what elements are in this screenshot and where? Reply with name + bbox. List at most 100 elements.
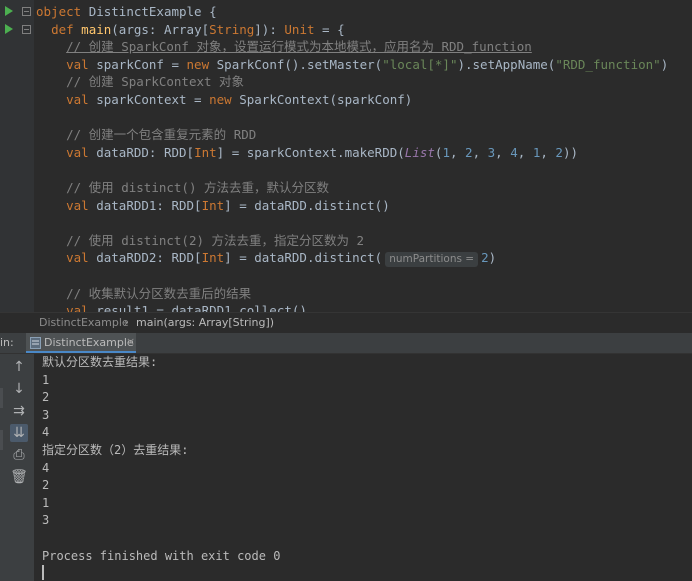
console-line: 默认分区数去重结果: (42, 355, 158, 369)
code-token: // 创建一个包含重复元素的 RDD (66, 127, 257, 143)
code-token: Unit (284, 21, 315, 37)
code-line: object DistinctExample { (36, 3, 217, 21)
edge-marker (0, 430, 3, 450)
console-output[interactable]: 默认分区数去重结果: 1 2 3 4 指定分区数（2）去重结果: 4 2 1 3 Process f… (34, 354, 692, 581)
code-line: // 使用 distinct() 方法去重，默认分区数 (36, 179, 329, 197)
print-icon[interactable]: ⎙ (10, 446, 28, 464)
console-line: 2 (42, 478, 50, 493)
scroll-to-end-icon[interactable]: ⇊ (10, 424, 28, 442)
console-line: 3 (42, 407, 50, 422)
run-tool-window-header: in: DistinctExample × (0, 333, 692, 354)
code-token: ).setAppName( (457, 56, 556, 72)
code-token: "local[*]" (382, 56, 458, 72)
code-token: (args: Array[ (111, 21, 210, 37)
trash-icon[interactable]: 🗑 (10, 468, 28, 486)
console-line: 2 (42, 390, 50, 405)
code-token: new (209, 92, 240, 107)
code-token: dataRDD1: RDD[ (96, 197, 202, 213)
code-token: new (186, 56, 217, 72)
code-token: , (449, 144, 466, 160)
console-line: 4 (42, 460, 50, 475)
code-token: DistinctExample { (88, 4, 217, 19)
breadcrumb-object[interactable]: DistinctExample (39, 316, 129, 329)
code-token: , (540, 144, 556, 160)
code-token: main (81, 21, 112, 37)
code-token: // 创建 SparkConf 对象，设置运行模式为本地模式，应用名为 RDD_… (66, 39, 532, 55)
code-token: val (66, 92, 97, 107)
run-tab-distinct-example[interactable]: DistinctExample × (26, 333, 136, 353)
run-tab-label: DistinctExample (44, 336, 134, 349)
code-line: val dataRDD: RDD[Int] = sparkContext.mak… (36, 144, 578, 162)
code-line: // 创建一个包含重复元素的 RDD (36, 126, 256, 144)
run-main-icon[interactable] (5, 24, 13, 34)
code-line: val dataRDD1: RDD[Int] = dataRDD.distinc… (36, 197, 390, 215)
code-line: val sparkContext = new SparkContext(spar… (36, 91, 412, 109)
code-token: 1 (442, 144, 450, 160)
code-token: // 使用 distinct() 方法去重，默认分区数 (66, 180, 329, 195)
code-token: dataRDD: RDD[ (96, 144, 195, 160)
code-line: // 收集默认分区数去重后的结果 (36, 285, 251, 303)
close-icon[interactable]: × (126, 335, 135, 348)
code-token: ) (488, 250, 497, 266)
editor-gutter (0, 0, 34, 312)
code-token: Int (201, 197, 225, 213)
console-line: 3 (42, 513, 50, 528)
fold-minus-icon[interactable] (22, 25, 31, 34)
code-token: SparkConf().setMaster( (216, 56, 383, 72)
arrow-down-icon[interactable]: ↓ (10, 380, 28, 398)
parameter-hint: numPartitions = (385, 252, 479, 268)
text-cursor (42, 565, 44, 580)
code-token: object (36, 4, 89, 19)
code-token: 2 (465, 144, 473, 160)
code-token: sparkContext = (96, 92, 210, 107)
fold-minus-icon[interactable] (22, 7, 31, 16)
code-token: = { (314, 21, 345, 37)
code-token: "RDD_function" (555, 56, 661, 72)
code-token: val (66, 56, 97, 72)
code-token: val (66, 303, 97, 312)
code-token: 2 (555, 144, 563, 160)
code-token: ) (660, 56, 669, 72)
code-token: val (66, 197, 97, 213)
console-line: Process finished with exit code 0 (42, 548, 281, 563)
code-token: Int (201, 250, 225, 266)
code-token: ] = dataRDD.distinct( (224, 250, 383, 266)
code-token: val (66, 144, 97, 160)
console-line: 1 (42, 372, 50, 387)
code-token: // 创建 SparkContext 对象 (66, 74, 245, 90)
code-token: // 使用 distinct(2) 方法去重，指定分区数为 2 (66, 232, 365, 248)
run-label: in: (0, 336, 14, 349)
breadcrumb: DistinctExample › main(args: Array[Strin… (0, 312, 692, 333)
breadcrumb-method[interactable]: main(args: Array[String]) (136, 316, 274, 329)
code-token: result1 = dataRDD1.collect() (96, 303, 307, 312)
code-token: ] = dataRDD.distinct() (224, 197, 390, 213)
run-object-icon[interactable] (5, 6, 13, 16)
code-token: , (472, 144, 488, 160)
code-editor[interactable]: object DistinctExample { def main(args: … (0, 0, 692, 312)
soft-wrap-icon[interactable]: ⇉ (10, 402, 28, 420)
code-token: sparkConf = (96, 56, 187, 72)
arrow-up-icon[interactable]: ↑ (10, 358, 28, 376)
code-token: 2 (481, 250, 489, 266)
edge-marker (0, 388, 3, 408)
code-line: val sparkConf = new SparkConf().setMaste… (36, 56, 668, 74)
code-token: 4 (510, 144, 518, 160)
code-token: val (66, 250, 97, 266)
breadcrumb-separator: › (124, 316, 129, 329)
code-token: // 收集默认分区数去重后的结果 (66, 285, 252, 301)
code-token: )) (562, 144, 578, 160)
code-line: // 创建 SparkContext 对象 (36, 73, 244, 91)
